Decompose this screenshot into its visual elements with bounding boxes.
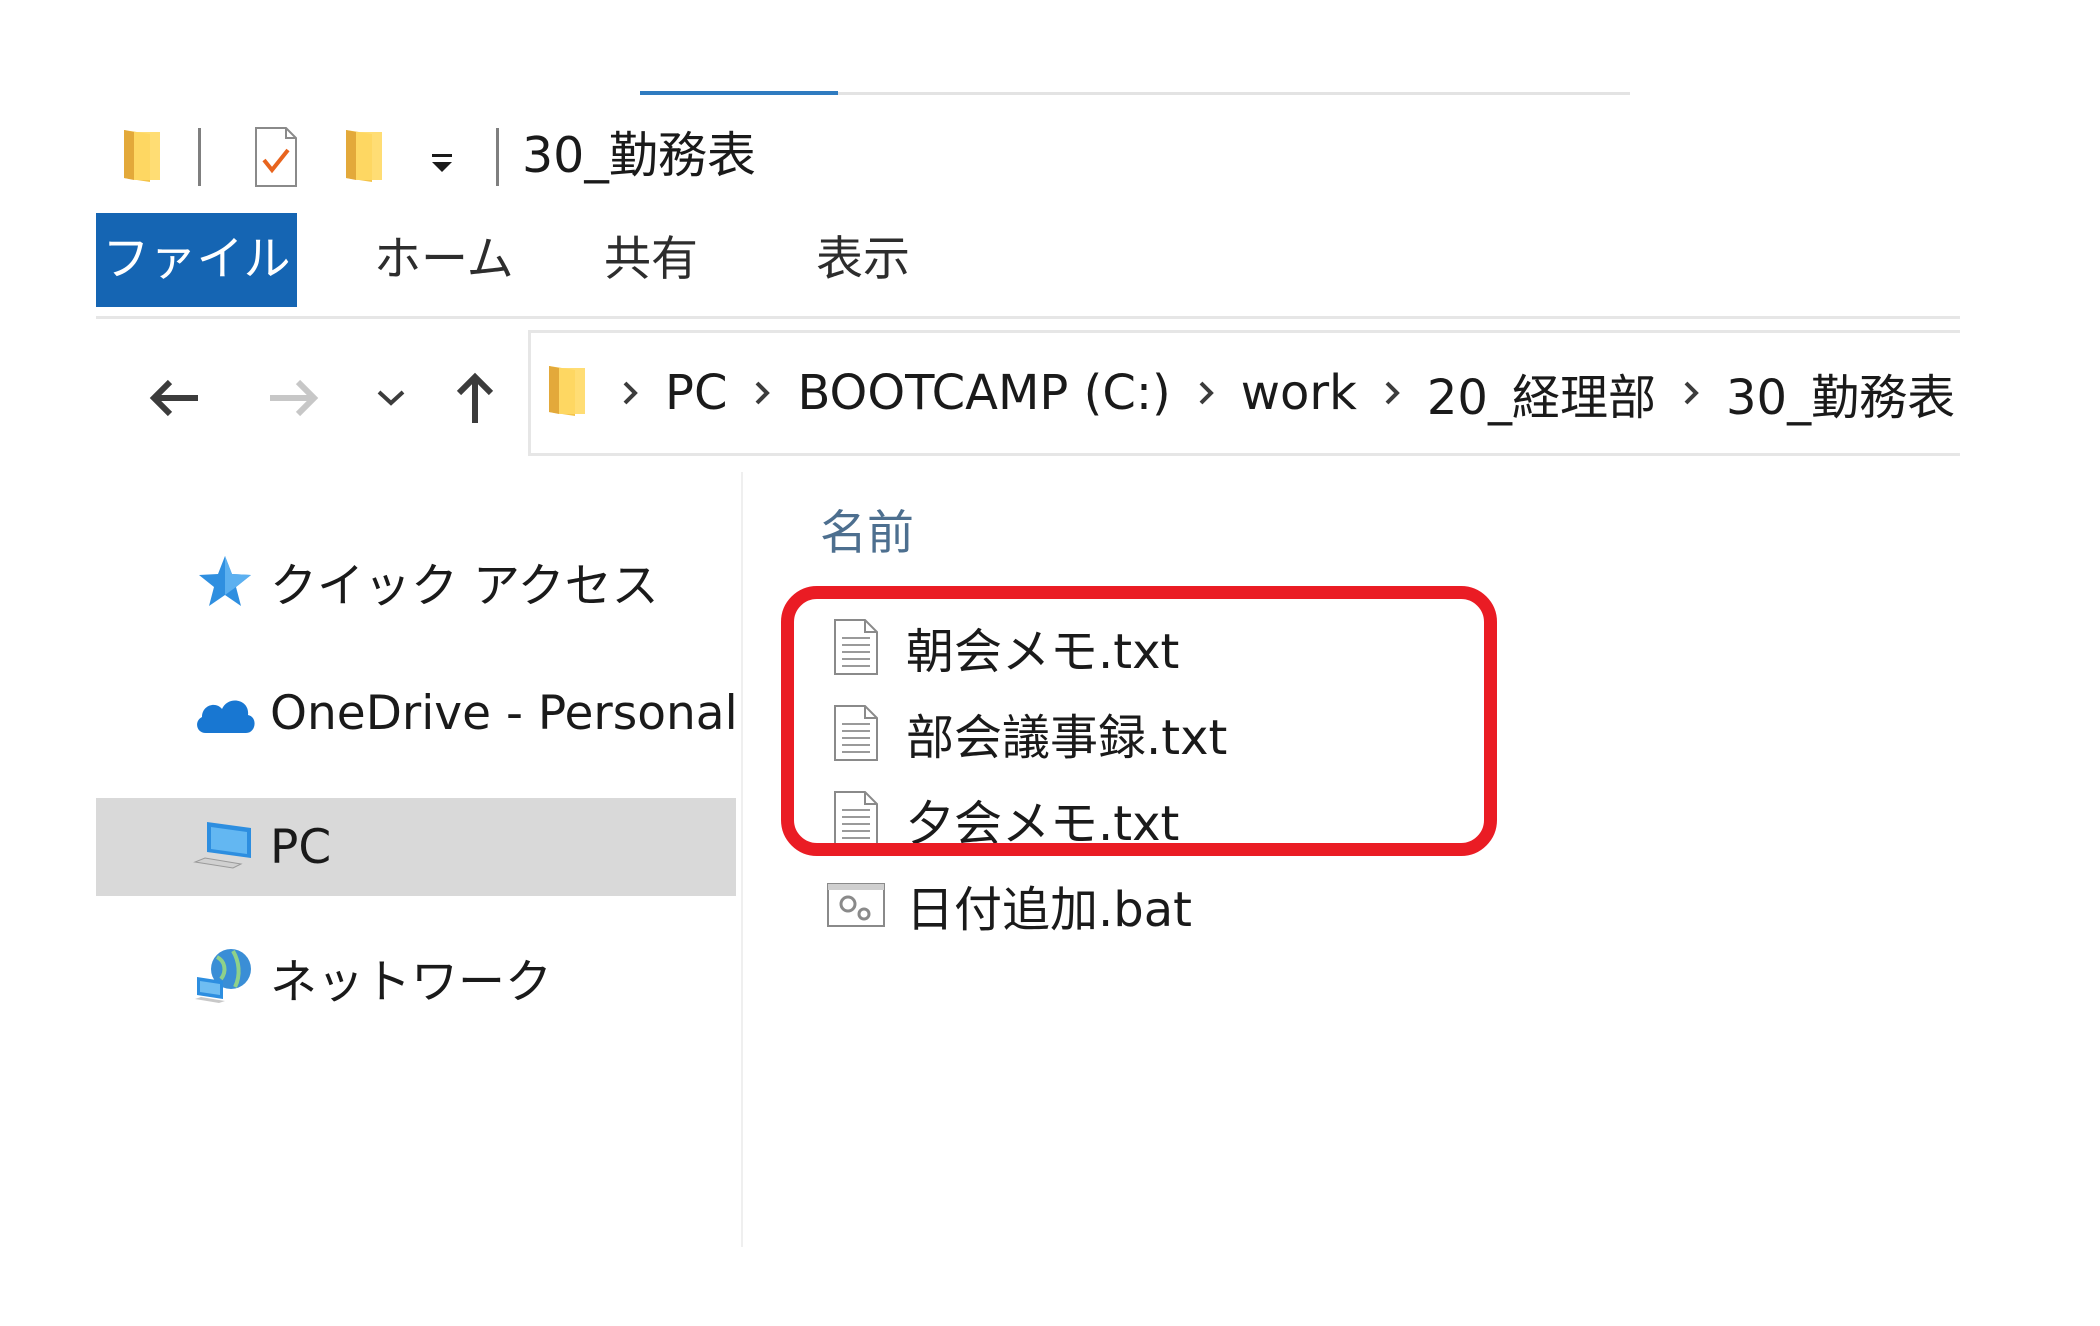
top-accent-fill xyxy=(640,91,838,95)
nav-item-pc[interactable]: PC xyxy=(96,798,736,896)
chevron-right-icon[interactable] xyxy=(613,373,647,413)
arrow-left-icon xyxy=(148,378,202,422)
column-header-name[interactable]: 名前 xyxy=(820,494,914,563)
window-title: 30_勤務表 xyxy=(522,127,756,184)
star-icon xyxy=(192,548,258,614)
tab-home[interactable]: ホーム xyxy=(360,213,528,307)
nav-item-label: PC xyxy=(270,819,332,875)
network-icon xyxy=(192,944,258,1010)
arrow-right-icon xyxy=(266,378,320,422)
arrow-up-icon xyxy=(453,371,497,429)
folder-icon[interactable] xyxy=(120,126,164,190)
window-top-accent-line xyxy=(640,91,1630,95)
recent-locations-button[interactable] xyxy=(356,365,426,435)
breadcrumb-current[interactable]: 30_勤務表 xyxy=(1718,358,1963,428)
chevron-down-icon xyxy=(376,388,406,412)
address-bar[interactable]: PC BOOTCAMP (C:) work 20_経理部 30_勤務表 xyxy=(528,330,1960,456)
tab-file[interactable]: ファイル xyxy=(96,213,297,307)
nav-item-quick-access[interactable]: クイック アクセス xyxy=(96,532,736,630)
highlight-box xyxy=(781,586,1497,856)
tab-share[interactable]: 共有 xyxy=(590,213,712,307)
toolbar-separator xyxy=(198,128,201,186)
back-button[interactable] xyxy=(140,365,210,435)
breadcrumb: PC BOOTCAMP (C:) work 20_経理部 30_勤務表 xyxy=(531,333,1963,453)
breadcrumb-accounting[interactable]: 20_経理部 xyxy=(1419,358,1664,428)
customize-dropdown-icon[interactable] xyxy=(422,142,462,182)
nav-item-label: クイック アクセス xyxy=(270,558,659,614)
pane-divider[interactable] xyxy=(741,472,743,1247)
batch-file-icon xyxy=(826,870,886,940)
chevron-right-icon[interactable] xyxy=(1189,373,1223,413)
nav-item-network[interactable]: ネットワーク xyxy=(96,928,736,1026)
quick-access-toolbar: 30_勤務表 xyxy=(120,118,1120,194)
nav-item-onedrive[interactable]: OneDrive - Personal xyxy=(96,664,738,762)
chevron-right-icon[interactable] xyxy=(745,373,779,413)
breadcrumb-drive[interactable]: BOOTCAMP (C:) xyxy=(789,365,1178,421)
explorer-window: 30_勤務表 ファイル ホーム 共有 表示 PC BOOTCAMP (C:) w… xyxy=(0,0,2100,1326)
forward-button[interactable] xyxy=(258,365,328,435)
properties-checkmark-icon[interactable] xyxy=(252,126,300,192)
new-folder-icon[interactable] xyxy=(342,126,386,190)
toolbar-separator xyxy=(496,128,499,186)
file-name: 日付追加.bat xyxy=(906,882,1192,938)
breadcrumb-pc[interactable]: PC xyxy=(657,365,735,421)
chevron-right-icon[interactable] xyxy=(1375,373,1409,413)
folder-icon xyxy=(545,362,589,424)
nav-item-label: OneDrive - Personal xyxy=(270,685,738,741)
computer-icon xyxy=(192,814,258,880)
ribbon-tabs: ファイル ホーム 共有 表示 xyxy=(96,213,1960,307)
navigation-pane: クイック アクセス OneDrive - Personal PC ネットワーク xyxy=(96,472,738,1247)
cloud-icon xyxy=(192,680,258,746)
up-button[interactable] xyxy=(440,365,510,435)
chevron-right-icon[interactable] xyxy=(1674,373,1708,413)
ribbon-bottom-border xyxy=(96,316,1960,319)
breadcrumb-work[interactable]: work xyxy=(1233,365,1365,421)
tab-view[interactable]: 表示 xyxy=(802,213,924,307)
file-row[interactable]: 日付追加.bat xyxy=(820,862,1520,948)
nav-item-label: ネットワーク xyxy=(270,954,552,1010)
